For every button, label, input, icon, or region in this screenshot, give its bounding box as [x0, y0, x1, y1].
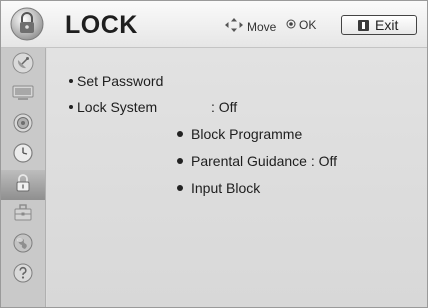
globe-icon: [12, 232, 34, 259]
page-title: LOCK: [65, 11, 138, 39]
bullet-icon: [177, 131, 183, 138]
lock-system-value: : Off: [211, 99, 238, 115]
exit-label: Exit: [375, 17, 399, 33]
padlock-icon: [10, 7, 44, 41]
bullet-icon: [177, 185, 183, 192]
lock-menu-content: Set Password Lock System : Off Block Pro…: [47, 48, 427, 307]
exit-key-icon: [358, 19, 369, 31]
exit-button[interactable]: Exit: [341, 15, 417, 35]
lock-menu-window: LOCK Move OK Exit Set Password Lock Syst…: [0, 0, 428, 308]
move-hint: Move: [225, 18, 276, 35]
menu-item-block-programme[interactable]: Block Programme: [177, 126, 302, 142]
lock-system-label: Lock System: [77, 99, 158, 115]
set-password-label: Set Password: [77, 73, 164, 89]
sidebar-item-setup[interactable]: [1, 50, 45, 80]
sidebar-item-lock[interactable]: [1, 170, 45, 200]
menu-item-parental-guidance[interactable]: Parental Guidance : Off: [177, 153, 337, 169]
ok-hint: OK: [286, 18, 316, 32]
speaker-icon: [12, 112, 34, 139]
category-sidebar: [1, 48, 46, 307]
sidebar-item-picture[interactable]: [1, 80, 45, 110]
tv-screen-icon: [11, 83, 35, 108]
parental-guidance-label: Parental Guidance : Off: [191, 153, 338, 169]
sidebar-item-time[interactable]: [1, 140, 45, 170]
input-block-label: Input Block: [191, 180, 261, 196]
ok-button-icon: [286, 18, 296, 32]
padlock-icon: [12, 172, 34, 199]
sidebar-item-option[interactable]: [1, 200, 45, 230]
arrow-keys-icon: [225, 18, 243, 35]
menu-header: LOCK Move OK Exit: [1, 1, 427, 48]
move-label: Move: [247, 19, 277, 34]
ok-label: OK: [299, 18, 317, 32]
menu-item-set-password[interactable]: Set Password: [69, 73, 163, 89]
bullet-icon: [69, 79, 73, 84]
menu-item-lock-system[interactable]: Lock System: [69, 99, 157, 115]
menu-item-input-block[interactable]: Input Block: [177, 180, 260, 196]
toolbox-icon: [12, 202, 34, 229]
sidebar-item-network[interactable]: [1, 230, 45, 260]
bullet-icon: [69, 105, 73, 110]
clock-icon: [12, 142, 34, 169]
help-icon: [12, 262, 34, 289]
satellite-dish-icon: [12, 52, 34, 79]
block-programme-label: Block Programme: [191, 126, 303, 142]
bullet-icon: [177, 158, 183, 165]
sidebar-item-support[interactable]: [1, 260, 45, 290]
sidebar-item-audio[interactable]: [1, 110, 45, 140]
